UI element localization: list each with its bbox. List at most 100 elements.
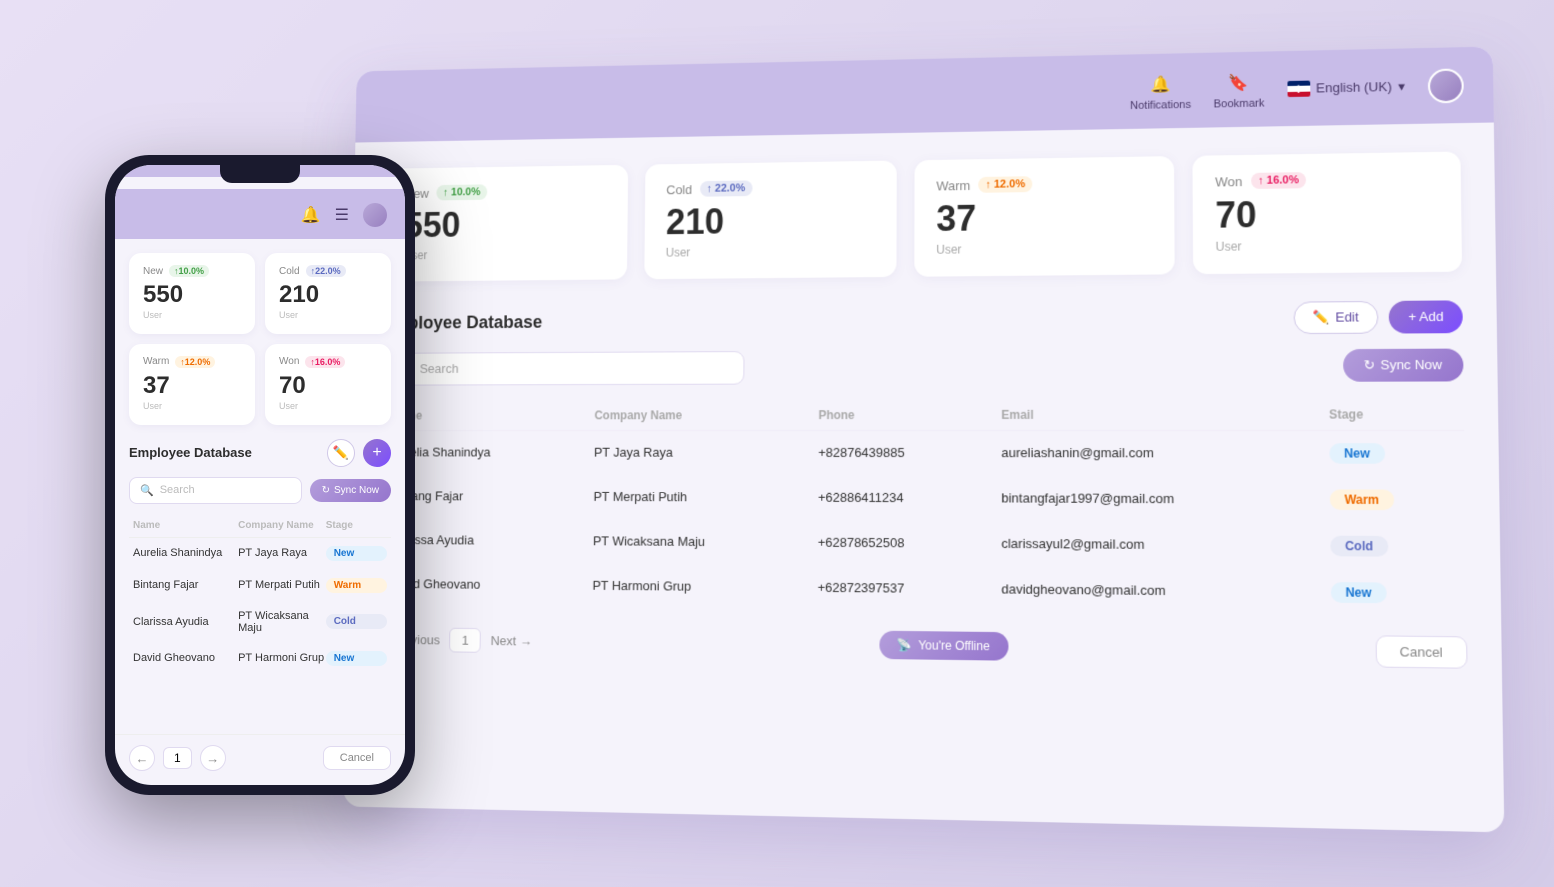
cell-phone: +62878652508 [806,520,989,566]
cell-stage: New [1318,569,1467,617]
offline-icon: 📡 [897,638,912,652]
section-header: Employee Database ✏️ Edit + Add [382,300,1463,339]
bookmark-icon: 🔖 [1225,69,1252,95]
phone-menu-icon[interactable]: ☰ [335,205,349,225]
cancel-label: Cancel [1400,644,1443,660]
phone-cell-stage: Warm [326,578,387,593]
table-footer: ← Previous 1 Next → 📡 You're Offline Can… [376,624,1468,669]
offline-badge: 📡 You're Offline [879,631,1008,661]
phone-cell-stage: New [326,651,387,666]
stats-row: New ↑ 10.0% 550 User Cold ↑ 22.0% 210 Us… [383,151,1462,281]
phone-add-button[interactable]: + [363,439,391,467]
table-row: Bintang Fajar PT Merpati Putih +62886411… [378,474,1465,523]
phone-next-button[interactable]: → [200,745,226,771]
header-buttons: ✏️ Edit + Add [1293,300,1463,334]
stat-value-won: 70 [1215,192,1438,235]
cell-company: PT Jaya Raya [582,430,806,475]
phone-cell-name: Bintang Fajar [133,579,238,591]
phone-table-header: Name Company Name Stage [129,514,391,538]
mobile-phone: 🔔 ☰ New ↑10.0% 550 User [105,155,415,795]
phone-inner: 🔔 ☰ New ↑10.0% 550 User [115,165,405,785]
table-row: David Gheovano PT Harmoni Grup +62872397… [377,561,1467,616]
stat-value-warm: 37 [936,196,1152,238]
user-avatar[interactable] [1428,68,1464,103]
phone-page-number: 1 [163,747,192,769]
phone-cell-company: PT Wicaksana Maju [238,610,326,634]
phone-sync-button[interactable]: ↻ Sync Now [310,479,391,502]
language-label: English (UK) [1316,79,1392,96]
phone-table-row: Bintang Fajar PT Merpati Putih Warm [129,570,391,602]
phone-prev-button[interactable]: ← [129,745,155,771]
phone-col-name: Name [133,520,238,531]
phone-cancel-button[interactable]: Cancel [323,746,391,770]
notifications-button[interactable]: 🔔 Notifications [1130,71,1191,112]
desktop-content: New ↑ 10.0% 550 User Cold ↑ 22.0% 210 Us… [345,123,1502,699]
phone-cell-name: Clarissa Ayudia [133,616,238,628]
phone-content: New ↑10.0% 550 User Cold ↑22.0% 210 User [115,239,405,734]
stat-badge-new: ↑ 10.0% [436,184,487,200]
cell-phone: +82876439885 [806,430,989,475]
phone-search-placeholder: Search [160,484,195,496]
stat-card-warm: Warm ↑ 12.0% 37 User [914,156,1174,276]
sync-icon: ↻ [1364,357,1376,373]
phone-stat-warm: Warm ↑12.0% 37 User [129,344,255,425]
stat-sub-warm: User [936,240,1152,256]
phone-col-company: Company Name [238,520,326,531]
next-button[interactable]: Next → [491,633,533,648]
phone-search-box[interactable]: 🔍 Search [129,477,302,504]
edit-icon: ✏️ [1313,309,1330,325]
phone-footer: ← 1 → Cancel [115,734,405,785]
sync-button[interactable]: ↻ Sync Now [1343,348,1464,381]
stat-value-new: 550 [404,204,607,245]
page-number: 1 [449,627,481,652]
cancel-button[interactable]: Cancel [1375,635,1467,668]
col-header-email: Email [989,399,1316,430]
phone-cell-name: David Gheovano [133,652,238,664]
bookmark-button[interactable]: 🔖 Bookmark [1213,69,1264,110]
chevron-down-icon: ▾ [1398,78,1405,94]
col-header-phone: Phone [806,399,989,430]
table-header-row: Name Company Name Phone Email Stage [380,399,1464,431]
stat-label-warm: Warm [936,178,970,193]
phone-header: 🔔 ☰ [115,189,405,239]
table-row: Aurelia Shanindya PT Jaya Raya +82876439… [379,430,1465,476]
cell-company: PT Wicaksana Maju [581,519,806,565]
bell-icon: 🔔 [1147,71,1174,97]
stat-badge-cold: ↑ 22.0% [700,180,752,196]
phone-sync-label: Sync Now [334,485,379,496]
phone-bell-icon[interactable]: 🔔 [301,205,321,225]
stat-badge-won: ↑ 16.0% [1251,172,1307,189]
add-button[interactable]: + Add [1389,300,1463,333]
phone-col-stage: Stage [326,520,387,531]
stat-value-cold: 210 [666,200,875,241]
stat-label-won: Won [1215,174,1242,189]
cell-company: PT Harmoni Grup [581,563,806,610]
employee-table: Name Company Name Phone Email Stage Aure… [377,399,1467,618]
phone-avatar[interactable] [363,203,387,227]
add-label: + Add [1408,309,1444,325]
phone-edit-button[interactable]: ✏️ [327,439,355,467]
phone-stat-cold: Cold ↑22.0% 210 User [265,253,391,334]
col-header-stage: Stage [1316,399,1464,430]
phone-sync-icon: ↻ [322,485,330,496]
cell-stage: Warm [1317,476,1466,523]
phone-cell-stage: New [326,546,387,561]
phone-cell-company: PT Merpati Putih [238,579,326,591]
language-selector[interactable]: English (UK) ▾ [1287,78,1405,96]
notifications-label: Notifications [1130,98,1191,111]
phone-cell-company: PT Harmoni Grup [238,652,326,664]
edit-button[interactable]: ✏️ Edit [1293,301,1379,334]
phone-stat-new: New ↑10.0% 550 User [129,253,255,334]
phone-search-row: 🔍 Search ↻ Sync Now [129,477,391,504]
search-box[interactable]: 🔍 Search [381,351,745,386]
flag-icon [1287,80,1310,96]
phone-table-body: Aurelia Shanindya PT Jaya Raya New Binta… [129,538,391,675]
phone-search-icon: 🔍 [140,484,154,497]
phone-btn-group: ✏️ + [327,439,391,467]
phone-stats: New ↑10.0% 550 User Cold ↑22.0% 210 User [129,253,391,425]
phone-table-row: David Gheovano PT Harmoni Grup New [129,643,391,675]
phone-section-header: Employee Database ✏️ + [129,439,391,467]
bookmark-label: Bookmark [1214,97,1265,110]
cell-phone: +62886411234 [806,475,989,521]
cell-stage: New [1317,430,1465,476]
